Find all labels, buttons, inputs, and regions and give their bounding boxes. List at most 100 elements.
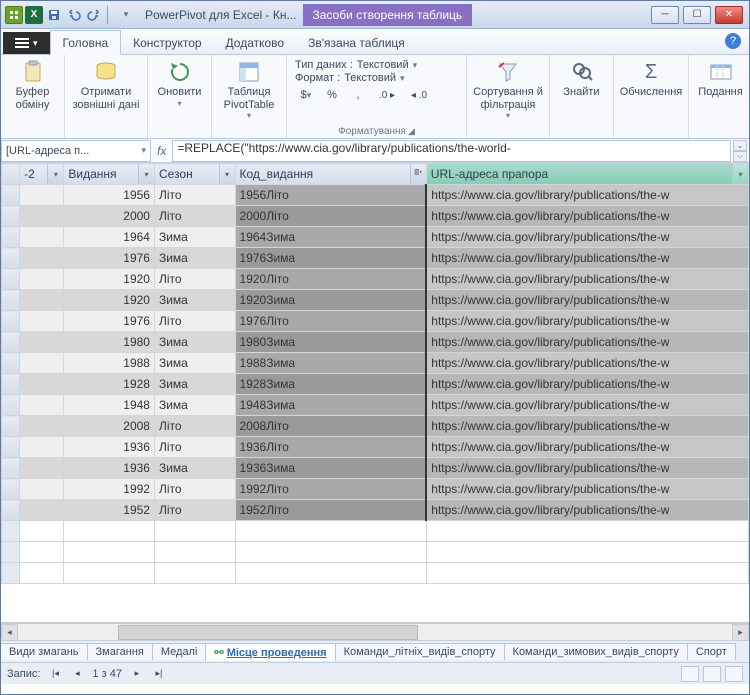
filter-dropdown-icon[interactable]: ▾ — [219, 164, 235, 184]
nav-prev-icon[interactable]: ◂ — [70, 667, 84, 681]
cell[interactable]: 1964Зима — [235, 227, 426, 248]
horizontal-scrollbar[interactable]: ◂ ▸ — [1, 623, 749, 640]
comma-button[interactable]: , — [347, 85, 369, 105]
cell[interactable]: Зима — [154, 290, 235, 311]
cell[interactable]: https://www.cia.gov/library/publications… — [426, 185, 748, 206]
cell[interactable]: 2008 — [64, 416, 155, 437]
minimize-button[interactable]: ─ — [651, 6, 679, 24]
cell[interactable]: 1936 — [64, 437, 155, 458]
close-button[interactable]: ✕ — [715, 6, 743, 24]
cell[interactable]: 1976Літо — [235, 311, 426, 332]
col-header-flag-url[interactable]: URL-адреса прапора▾ — [426, 164, 748, 185]
getdata-button[interactable]: Отримати зовнішні дані — [69, 57, 143, 114]
filter-dropdown-icon[interactable]: ▾ — [138, 164, 154, 184]
save-icon[interactable] — [45, 6, 63, 24]
cell[interactable]: Літо — [154, 206, 235, 227]
cell[interactable]: Зима — [154, 458, 235, 479]
table-row[interactable]: 1920Зима1920Зимаhttps://www.cia.gov/libr… — [2, 290, 749, 311]
table-row[interactable]: 2008Літо2008Літоhttps://www.cia.gov/libr… — [2, 416, 749, 437]
nav-next-icon[interactable]: ▸ — [130, 667, 144, 681]
cell[interactable]: 1936Літо — [235, 437, 426, 458]
row-header[interactable] — [2, 290, 20, 311]
cell[interactable] — [20, 416, 64, 437]
col-header-edition-code[interactable]: Код_видання🖩▾ — [235, 164, 426, 185]
table-row[interactable]: 1948Зима1948Зимаhttps://www.cia.gov/libr… — [2, 395, 749, 416]
row-header[interactable] — [2, 437, 20, 458]
cell[interactable]: Літо — [154, 479, 235, 500]
cell[interactable] — [20, 332, 64, 353]
cell[interactable]: Зима — [154, 227, 235, 248]
percent-button[interactable]: % — [321, 85, 343, 105]
data-grid[interactable]: -2▾ Видання▾ Сезон▾ Код_видання🖩▾ URL-ад… — [1, 163, 749, 623]
cell[interactable]: https://www.cia.gov/library/publications… — [426, 206, 748, 227]
col-header-season[interactable]: Сезон▾ — [154, 164, 235, 185]
table-row[interactable]: 1936Зима1936Зимаhttps://www.cia.gov/libr… — [2, 458, 749, 479]
table-row[interactable]: 1992Літо1992Літоhttps://www.cia.gov/libr… — [2, 479, 749, 500]
cell[interactable]: https://www.cia.gov/library/publications… — [426, 500, 748, 521]
view-mode-button[interactable] — [703, 666, 721, 682]
cell[interactable]: 1948 — [64, 395, 155, 416]
tab-advanced[interactable]: Додатково — [214, 31, 297, 54]
scroll-right-icon[interactable]: ▸ — [732, 624, 749, 641]
view-mode-button[interactable] — [725, 666, 743, 682]
row-header[interactable] — [2, 374, 20, 395]
row-header[interactable] — [2, 479, 20, 500]
tab-home[interactable]: Головна — [50, 30, 122, 55]
table-row[interactable]: 1964Зима1964Зимаhttps://www.cia.gov/libr… — [2, 227, 749, 248]
select-all-corner[interactable] — [2, 164, 20, 185]
cell[interactable]: 1988 — [64, 353, 155, 374]
cell[interactable]: 1920 — [64, 290, 155, 311]
sheet-tab[interactable]: Команди_зимових_видів_спорту — [504, 643, 688, 660]
row-header[interactable] — [2, 269, 20, 290]
cell[interactable]: 1952 — [64, 500, 155, 521]
cell[interactable]: 1976 — [64, 311, 155, 332]
table-row[interactable]: 1936Літо1936Літоhttps://www.cia.gov/libr… — [2, 437, 749, 458]
cell[interactable] — [20, 479, 64, 500]
row-header[interactable] — [2, 353, 20, 374]
cell[interactable]: 1980 — [64, 332, 155, 353]
cell[interactable] — [20, 437, 64, 458]
cell[interactable]: https://www.cia.gov/library/publications… — [426, 269, 748, 290]
cell[interactable]: 1948Зима — [235, 395, 426, 416]
filter-dropdown-icon[interactable]: ▾ — [47, 164, 63, 184]
cell[interactable]: https://www.cia.gov/library/publications… — [426, 437, 748, 458]
row-header[interactable] — [2, 332, 20, 353]
cell[interactable]: Зима — [154, 332, 235, 353]
cell[interactable]: 1928Зима — [235, 374, 426, 395]
cell[interactable] — [20, 290, 64, 311]
col-header-2[interactable]: -2▾ — [20, 164, 64, 185]
cell[interactable] — [20, 269, 64, 290]
fx-icon[interactable]: fx — [151, 144, 172, 158]
cell[interactable] — [20, 395, 64, 416]
pivot-button[interactable]: Таблиця PivotTable ▾ — [216, 57, 282, 123]
cell[interactable]: 2008Літо — [235, 416, 426, 437]
calc-button[interactable]: Σ Обчислення — [618, 57, 684, 102]
nav-first-icon[interactable]: |◂ — [48, 667, 62, 681]
tab-design[interactable]: Конструктор — [121, 31, 213, 54]
cell[interactable]: Зима — [154, 374, 235, 395]
cell[interactable] — [20, 311, 64, 332]
view-mode-button[interactable] — [681, 666, 699, 682]
scroll-left-icon[interactable]: ◂ — [1, 624, 18, 641]
row-header[interactable] — [2, 416, 20, 437]
cell[interactable]: 1920 — [64, 269, 155, 290]
sheet-tab[interactable]: Медалі — [152, 643, 207, 660]
view-button[interactable]: Подання — [693, 57, 748, 102]
currency-button[interactable]: $▾ — [295, 85, 317, 105]
cell[interactable]: https://www.cia.gov/library/publications… — [426, 227, 748, 248]
cell[interactable]: 2000 — [64, 206, 155, 227]
cell[interactable]: Зима — [154, 353, 235, 374]
cell[interactable]: Літо — [154, 269, 235, 290]
row-header[interactable] — [2, 311, 20, 332]
cell[interactable]: https://www.cia.gov/library/publications… — [426, 479, 748, 500]
cell[interactable]: Зима — [154, 248, 235, 269]
cell[interactable]: 1976Зима — [235, 248, 426, 269]
cell[interactable] — [20, 374, 64, 395]
cell[interactable]: 2000Літо — [235, 206, 426, 227]
table-row[interactable]: 1980Зима1980Зимаhttps://www.cia.gov/libr… — [2, 332, 749, 353]
table-row[interactable]: 1920Літо1920Літоhttps://www.cia.gov/libr… — [2, 269, 749, 290]
cell[interactable]: https://www.cia.gov/library/publications… — [426, 458, 748, 479]
cell[interactable]: 1980Зима — [235, 332, 426, 353]
cell[interactable]: Літо — [154, 500, 235, 521]
table-row[interactable]: 1976Зима1976Зимаhttps://www.cia.gov/libr… — [2, 248, 749, 269]
